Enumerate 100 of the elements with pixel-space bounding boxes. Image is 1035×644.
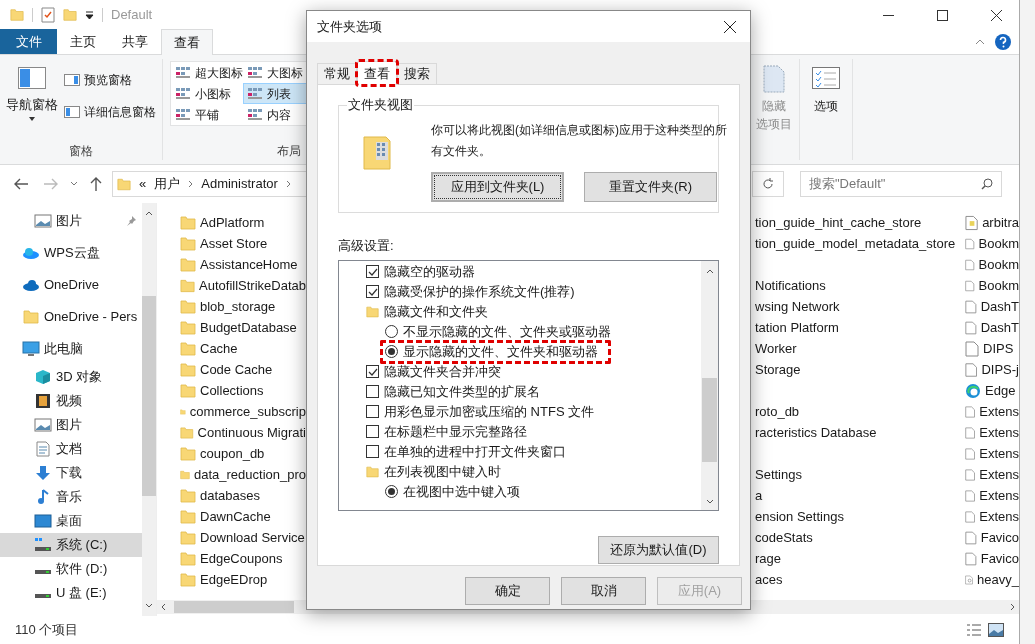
file-name[interactable]: Settings [755, 464, 802, 485]
dialog-tab[interactable]: 常规 [317, 63, 357, 84]
file-name[interactable]: Bookm [978, 275, 1019, 296]
file-name[interactable]: DashT [980, 317, 1019, 338]
pane-layout-icon[interactable] [18, 67, 46, 89]
file-name[interactable]: DashT [980, 296, 1019, 317]
maximize-icon[interactable] [936, 9, 948, 21]
file-name[interactable]: heavy_ [977, 569, 1019, 590]
file-name[interactable]: Extens [979, 485, 1019, 506]
file-name[interactable]: ension Settings [755, 506, 844, 527]
restore-defaults-button[interactable]: 还原为默认值(D) [598, 535, 719, 564]
sidebar-item[interactable]: 3D 对象 [0, 365, 142, 389]
checkbox[interactable] [366, 405, 379, 418]
file-name[interactable]: databases [200, 485, 260, 506]
file-name[interactable]: blob_storage [200, 296, 276, 317]
search-field[interactable]: 搜索"Default" [800, 171, 1002, 197]
ribbon-tab[interactable]: 查看 [161, 29, 213, 55]
file-name[interactable]: Favico [980, 548, 1019, 569]
help-icon[interactable] [995, 34, 1011, 50]
sidebar-item[interactable]: 音乐 [0, 485, 142, 509]
layout-option[interactable]: 内容 [243, 104, 315, 125]
file-name[interactable]: rage [755, 548, 782, 569]
dialog-button[interactable]: 取消 [561, 577, 646, 605]
file-name[interactable]: wsing Network [755, 296, 840, 317]
file-name[interactable]: BudgetDatabase [200, 317, 297, 338]
close-icon[interactable] [990, 9, 1002, 21]
file-name[interactable]: a [755, 485, 763, 506]
checkbox[interactable] [366, 265, 379, 278]
file-name[interactable]: DawnCache [200, 506, 271, 527]
minimize-icon[interactable] [882, 14, 894, 16]
file-name[interactable]: racteristics Database [755, 422, 877, 443]
layout-option[interactable]: 平铺 [171, 104, 243, 125]
scrollbar-thumb[interactable] [174, 601, 294, 613]
file-name[interactable]: AdPlatform [200, 212, 265, 233]
pane-button[interactable]: 预览窗格 [64, 69, 156, 91]
radio-button[interactable] [385, 485, 398, 498]
file-name[interactable]: AutofillStrikeDatab [199, 275, 306, 296]
file-name[interactable]: EdgeCoupons [200, 548, 283, 569]
file-name[interactable]: commerce_subscrip [189, 401, 306, 422]
file-name[interactable]: Notifications [755, 275, 826, 296]
folder-view-button[interactable]: 重置文件夹(R) [584, 172, 717, 202]
file-name[interactable]: coupon_db [200, 443, 265, 464]
sidebar-item[interactable]: 软件 (D:) [0, 557, 142, 581]
sidebar-item[interactable]: OneDrive [0, 269, 142, 301]
file-name[interactable]: EdgeEDrop [200, 569, 268, 590]
file-name[interactable]: Bookm [978, 254, 1019, 275]
sidebar-item[interactable]: 图片 [0, 205, 142, 237]
file-name[interactable]: roto_db [755, 401, 800, 422]
pane-button[interactable]: 详细信息窗格 [64, 101, 156, 123]
options-button[interactable]: 选项 [800, 59, 853, 160]
file-name[interactable]: arbitra [982, 212, 1019, 233]
file-name[interactable]: Continuous Migrati [197, 422, 306, 443]
sidebar-item[interactable]: U 盘 (E:) [0, 581, 142, 605]
dropdown-icon[interactable] [85, 10, 94, 20]
checkbox[interactable] [366, 445, 379, 458]
file-name[interactable]: Edge [985, 380, 1016, 401]
file-name[interactable]: Bookm [978, 233, 1019, 254]
sidebar-item[interactable]: 系统 (C:) [0, 533, 142, 557]
layout-option[interactable]: 超大图标 [171, 62, 243, 83]
scroll-up-icon[interactable] [705, 268, 714, 274]
sidebar-item[interactable]: 图片 [0, 413, 142, 437]
settings-list[interactable]: 隐藏空的驱动器 隐藏受保护的操作系统文件(推荐) 隐藏文件和文件夹 不显示隐藏的文件、文件夹或驱动器 显示隐藏的文件、文件夹和驱动器 隐藏文件夹合并冲突 隐藏已知文件类型的扩展名 用彩色显示加密或压缩的 NTFS 文件 在标题栏中显示完整路径 在单独的进程中打开文件夹窗口 在列表视图中键入时 在视图中选中键入项 [338, 259, 719, 511]
scroll-down-icon[interactable] [145, 603, 153, 608]
file-name[interactable]: Extens [979, 422, 1019, 443]
radio-button[interactable] [385, 325, 398, 338]
chevron-down-icon[interactable] [70, 181, 78, 187]
dialog-tab[interactable]: 搜索 [397, 63, 437, 84]
layout-option[interactable]: 小图标 [171, 83, 243, 104]
file-name[interactable]: Collections [200, 380, 264, 401]
sidebar-item[interactable]: OneDrive - Pers [0, 301, 142, 333]
dialog-button[interactable]: 确定 [465, 577, 550, 605]
pin-icon[interactable] [126, 216, 136, 226]
refresh-icon[interactable] [762, 178, 774, 190]
scroll-up-icon[interactable] [145, 211, 153, 216]
back-arrow-icon[interactable] [13, 177, 29, 191]
thumbnail-view-icon[interactable] [988, 623, 1004, 637]
file-name[interactable]: AssistanceHome [200, 254, 298, 275]
checkbox[interactable] [366, 285, 379, 298]
pane-layout-icon[interactable] [64, 106, 80, 118]
file-name[interactable]: codeStats [755, 527, 813, 548]
file-name[interactable]: data_reduction_pro [193, 464, 306, 485]
scroll-down-icon[interactable] [705, 498, 714, 504]
file-name[interactable]: Favico [980, 527, 1019, 548]
scrollbar-thumb[interactable] [142, 296, 156, 496]
file-name[interactable]: Extens [979, 506, 1019, 527]
scroll-left-icon[interactable] [161, 603, 166, 611]
checkbox[interactable] [366, 425, 379, 438]
file-name[interactable]: tion_guide_hint_cache_store [755, 212, 922, 233]
file-name[interactable]: Storage [755, 359, 801, 380]
file-name[interactable]: Download Service [200, 527, 305, 548]
path-overflow[interactable]: « [139, 174, 147, 194]
checkbox[interactable] [366, 385, 379, 398]
file-name[interactable]: DIPS [983, 338, 1014, 359]
file-name[interactable]: DIPS-j [981, 359, 1019, 380]
file-name[interactable]: tion_guide_model_metadata_store [755, 233, 956, 254]
file-name[interactable]: Extens [979, 443, 1019, 464]
sidebar-item[interactable]: 桌面 [0, 509, 142, 533]
ribbon-tab[interactable]: 主页 [57, 29, 109, 54]
caret-icon[interactable] [29, 116, 35, 121]
checklist-icon[interactable] [812, 67, 840, 89]
